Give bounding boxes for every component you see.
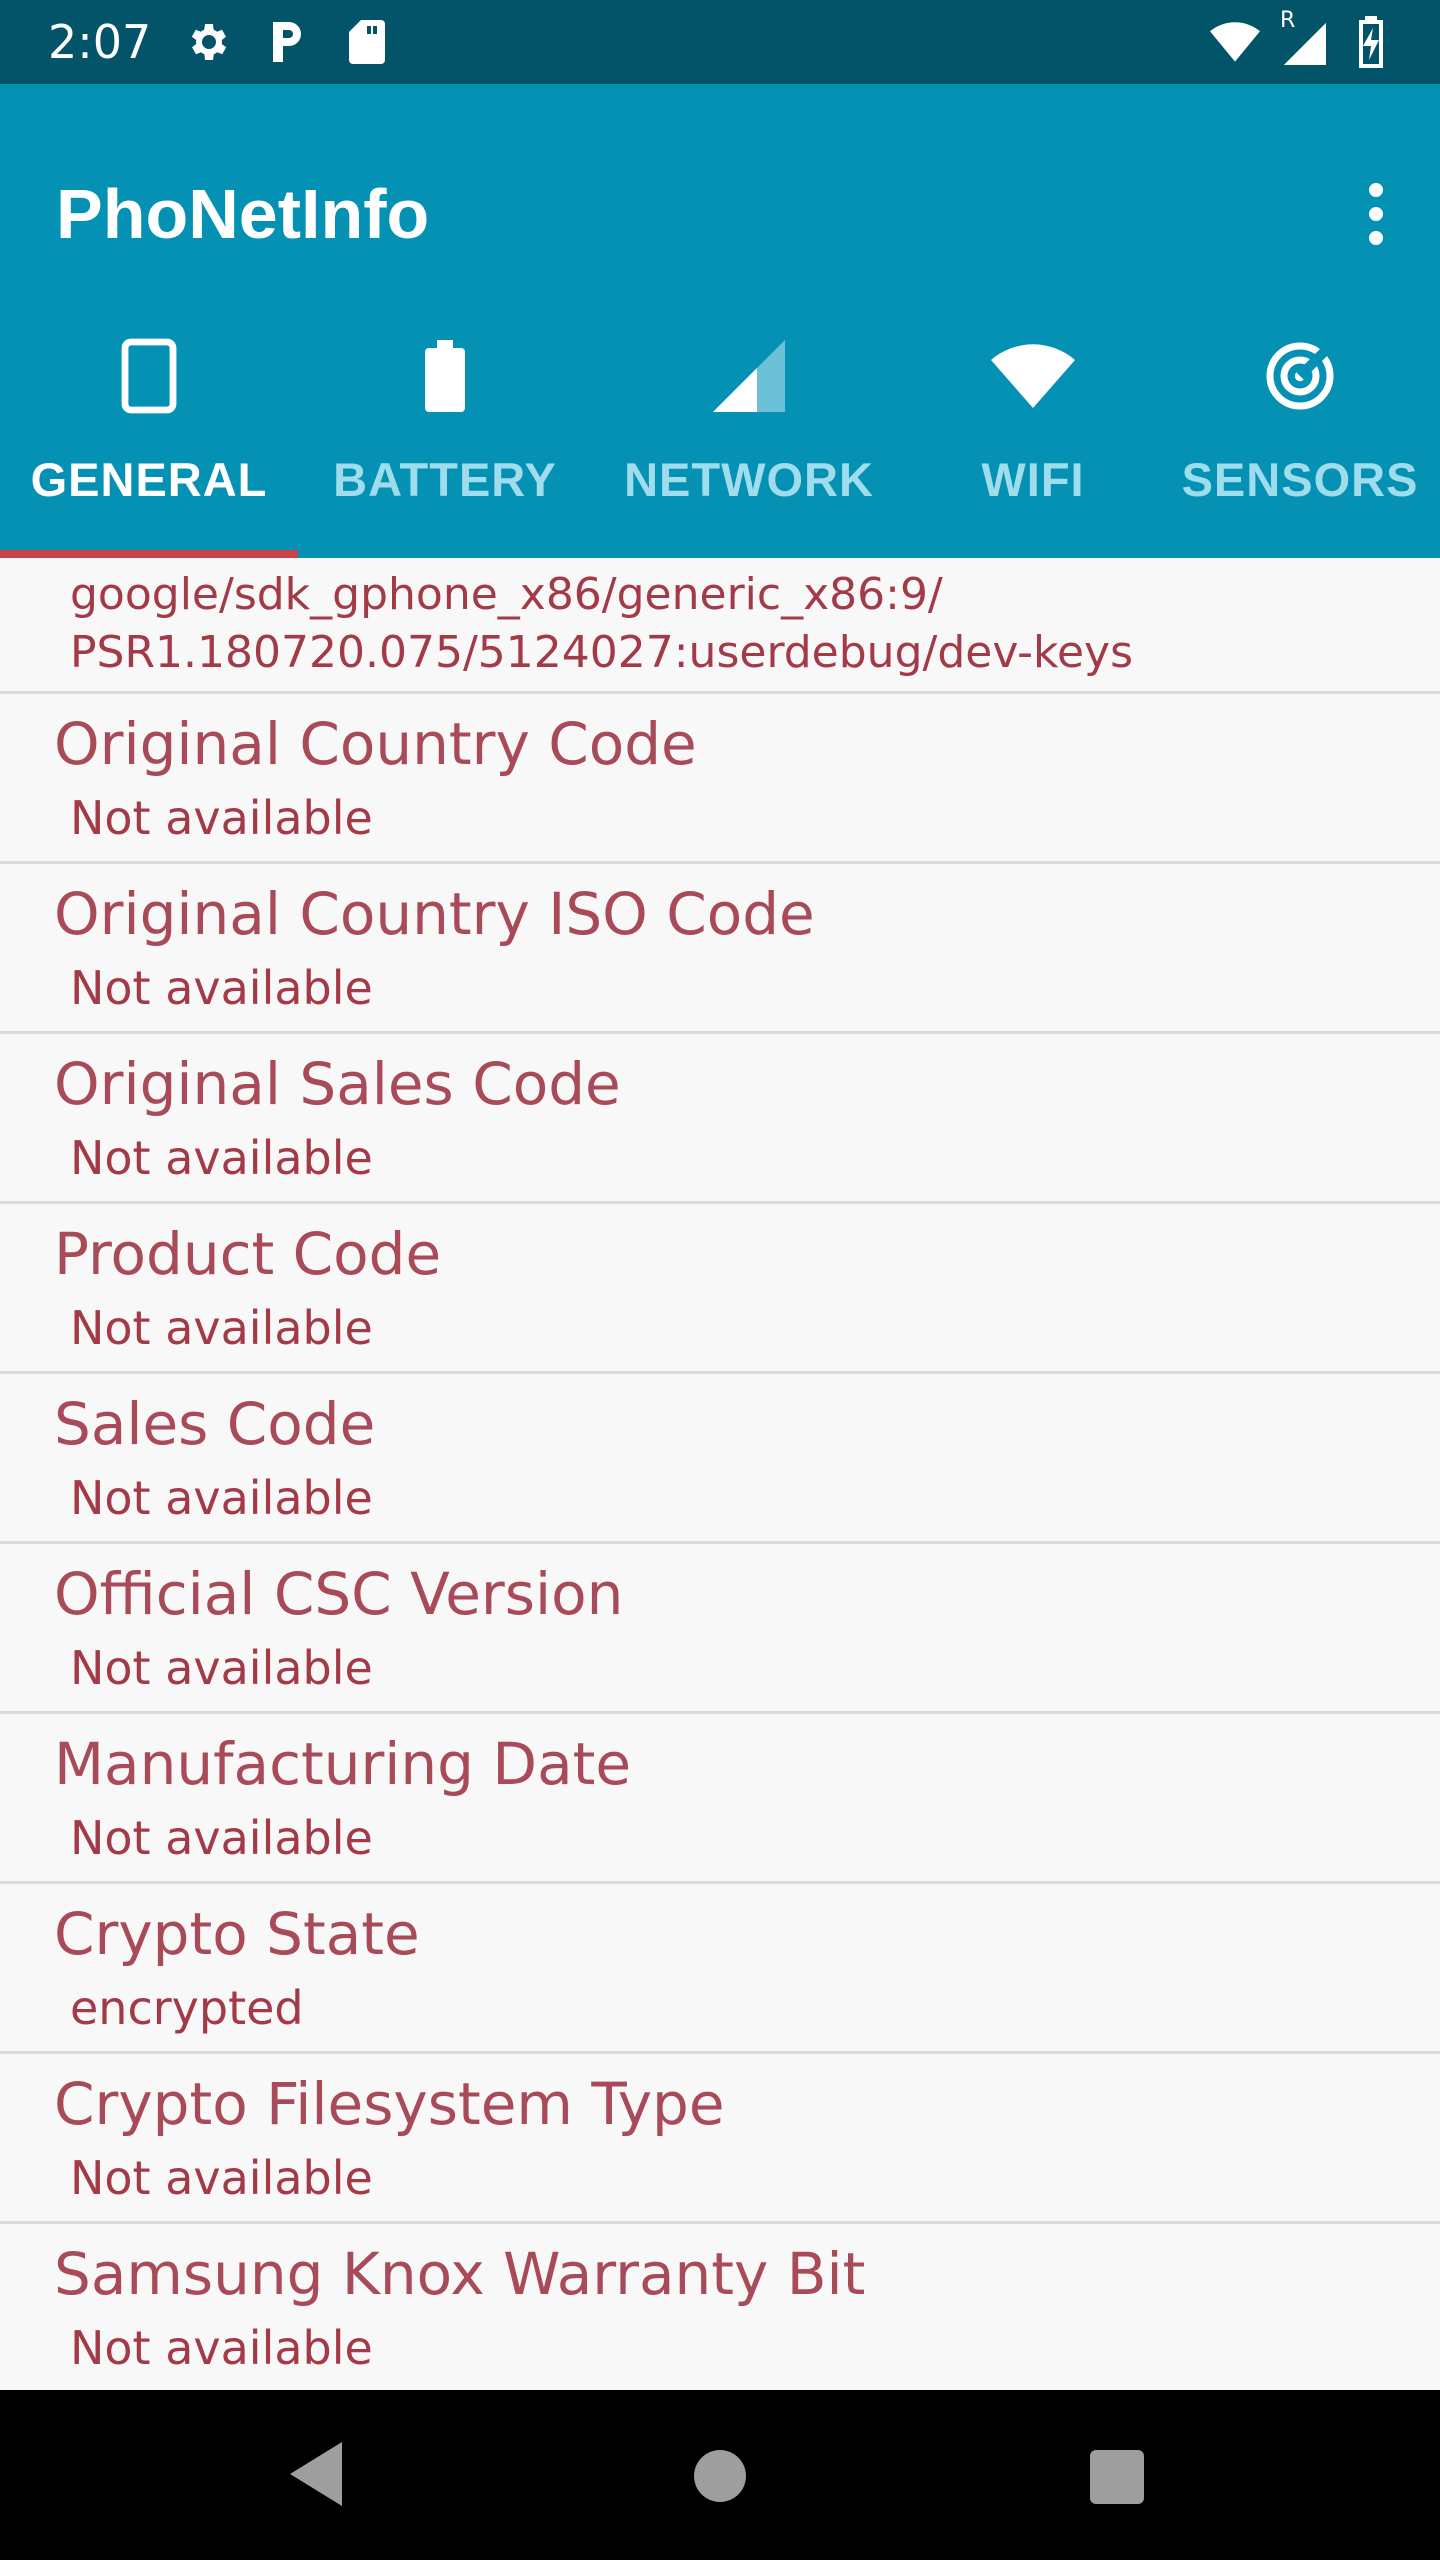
build-fingerprint-item: google/sdk_gphone_x86/generic_x86:9/ PSR… [0,558,1440,694]
item-value: Not available [70,791,373,845]
battery-charging-icon [1346,14,1396,70]
back-icon[interactable] [290,2442,346,2510]
tab-battery[interactable]: BATTERY [298,316,592,558]
item-value: Not available [70,2151,373,2205]
app-bar: PhoNetInfo GENERAL BATTERY NETWORK WIFI … [0,84,1440,558]
item-value: Not available [70,2321,373,2375]
gear-icon [182,14,232,70]
list-item: Original Country ISO Code Not available [0,864,1440,1034]
item-title: Original Country ISO Code [54,880,815,948]
app-title: PhoNetInfo [56,175,430,253]
item-value: Not available [70,1471,373,1525]
status-time: 2:07 [48,15,152,69]
list-item: Samsung Knox Warranty Bit Not available [0,2224,1440,2390]
status-notification-icons [182,14,392,70]
status-bar: 2:07 R [0,0,1440,84]
list-item: Official CSC Version Not available [0,1544,1440,1714]
tab-indicator [0,550,298,558]
tab-wifi[interactable]: WIFI [906,316,1160,558]
item-title: Crypto State [54,1900,420,1968]
wifi-icon [991,326,1075,426]
list-item: Manufacturing Date Not available [0,1714,1440,1884]
item-value-line: PSR1.180720.075/5124027:userdebug/dev-ke… [70,627,1134,678]
tab-label: WIFI [981,453,1085,506]
item-value: Not available [70,961,373,1015]
item-title: Sales Code [54,1390,376,1458]
info-list[interactable]: google/sdk_gphone_x86/generic_x86:9/ PSR… [0,558,1440,2390]
item-title: Crypto Filesystem Type [54,2070,725,2138]
item-title: Manufacturing Date [54,1730,632,1798]
item-title: Official CSC Version [54,1560,624,1628]
tab-general[interactable]: GENERAL [0,316,298,558]
home-icon[interactable] [694,2450,746,2502]
battery-icon [425,326,465,426]
recents-icon[interactable] [1090,2450,1144,2504]
tab-network[interactable]: NETWORK [592,316,906,558]
item-value: encrypted [70,1981,304,2035]
tab-label: NETWORK [624,453,874,506]
list: Original Country Code Not available Orig… [0,694,1440,2390]
item-title: Samsung Knox Warranty Bit [54,2240,866,2308]
parking-icon [262,14,312,70]
item-value: Not available [70,1641,373,1695]
list-item: Product Code Not available [0,1204,1440,1374]
sensor-icon [1264,326,1336,426]
roaming-label: R [1280,8,1296,33]
tab-sensors[interactable]: SENSORS [1160,316,1440,558]
list-item: Original Sales Code Not available [0,1034,1440,1204]
roaming-signal-icon: R [1278,8,1328,70]
list-item: Sales Code Not available [0,1374,1440,1544]
item-value: Not available [70,1301,373,1355]
wifi-icon [1210,14,1260,70]
signal-icon [713,326,785,426]
item-value: Not available [70,1131,373,1185]
navigation-bar [0,2390,1440,2560]
tab-label: GENERAL [30,453,268,506]
item-title: Original Sales Code [54,1050,621,1118]
sd-card-icon [342,14,392,70]
phone-icon [121,326,177,426]
list-item: Original Country Code Not available [0,694,1440,864]
tab-bar: GENERAL BATTERY NETWORK WIFI SENSORS [0,316,1440,558]
tab-label: BATTERY [333,453,557,506]
item-value: google/sdk_gphone_x86/generic_x86:9/ PSR… [70,566,1410,682]
status-system-icons: R [1210,8,1396,70]
overflow-menu-icon[interactable] [1352,174,1400,254]
item-title: Product Code [54,1220,442,1288]
item-value: Not available [70,1811,373,1865]
item-value-line: google/sdk_gphone_x86/generic_x86:9/ [70,569,943,620]
tab-label: SENSORS [1181,453,1419,506]
list-item: Crypto Filesystem Type Not available [0,2054,1440,2224]
list-item: Crypto State encrypted [0,1884,1440,2054]
item-title: Original Country Code [54,710,697,778]
